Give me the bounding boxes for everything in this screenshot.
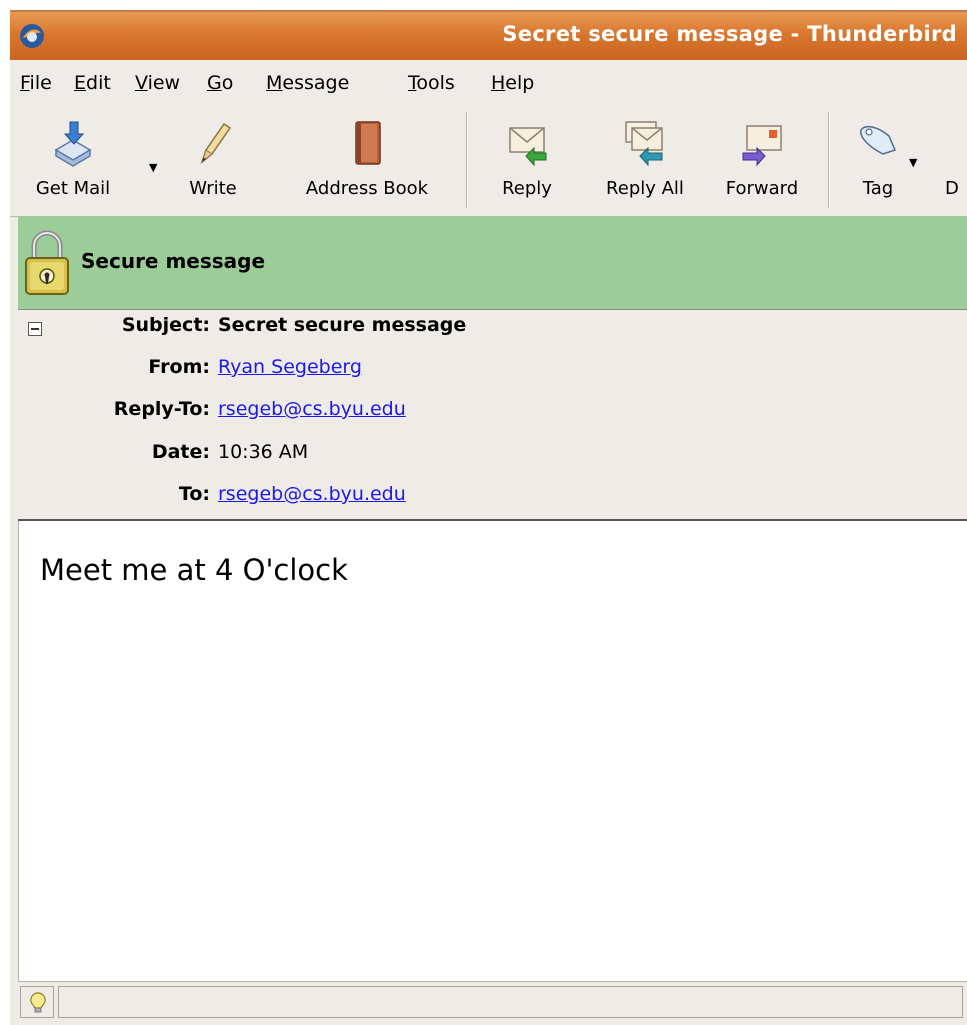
date-value: 10:36 AM <box>218 441 309 463</box>
reply-all-button[interactable]: Reply All <box>590 116 700 206</box>
forward-button[interactable]: Forward <box>710 116 814 206</box>
tag-button[interactable]: Tag <box>848 116 908 206</box>
status-bar <box>18 981 967 1025</box>
menu-message[interactable]: Message <box>266 72 349 94</box>
reply-button[interactable]: Reply <box>488 116 566 206</box>
subject-value: Secret secure message <box>218 314 467 336</box>
secure-message-label: Secure message <box>81 249 266 273</box>
date-row: Date: 10:36 AM <box>18 441 967 471</box>
from-label: From: <box>148 356 210 378</box>
toolbar-separator <box>828 112 830 208</box>
subject-row: Subject: Secret secure message <box>18 314 967 344</box>
subject-label: Subject: <box>121 314 210 336</box>
menu-tools[interactable]: Tools <box>408 72 455 94</box>
message-body-text: Meet me at 4 O'clock <box>40 553 348 587</box>
from-link[interactable]: Ryan Segeberg <box>218 356 362 378</box>
address-book-button[interactable]: Address Book <box>278 116 456 206</box>
delete-label: D <box>945 178 959 199</box>
thunderbird-window: Secret secure message - Thunderbird File… <box>10 10 967 1025</box>
tag-dropdown-icon[interactable]: ▼ <box>909 156 917 169</box>
reply-to-row: Reply-To: rsegeb@cs.byu.edu <box>18 398 967 428</box>
thunderbird-icon[interactable] <box>19 23 45 49</box>
to-label: To: <box>178 483 210 505</box>
write-button[interactable]: Write <box>176 116 250 206</box>
security-info-bar[interactable]: Secure message <box>18 216 967 310</box>
menu-file[interactable]: File <box>20 72 52 94</box>
status-text-panel <box>58 986 963 1018</box>
reply-icon <box>509 127 547 167</box>
toolbar-separator <box>466 112 468 208</box>
get-mail-button[interactable]: Get Mail <box>24 116 122 206</box>
reply-to-label: Reply-To: <box>113 398 210 420</box>
menu-go[interactable]: Go <box>207 72 233 94</box>
message-headers: Subject: Secret secure message From: Rya… <box>18 311 967 521</box>
get-mail-label: Get Mail <box>35 178 111 199</box>
from-row: From: Ryan Segeberg <box>18 356 967 386</box>
menu-edit[interactable]: Edit <box>74 72 111 94</box>
window-title: Secret secure message - Thunderbird <box>502 22 957 46</box>
menu-help[interactable]: Help <box>491 72 534 94</box>
forward-label: Forward <box>725 178 799 199</box>
date-label: Date: <box>151 441 210 463</box>
status-icon-cell <box>20 986 54 1018</box>
message-body[interactable]: Meet me at 4 O'clock <box>18 521 967 981</box>
tag-label: Tag <box>862 178 894 199</box>
get-mail-icon <box>54 121 92 167</box>
address-book-label: Address Book <box>305 178 429 199</box>
to-link[interactable]: rsegeb@cs.byu.edu <box>218 483 406 505</box>
menu-bar: File Edit View Go Message Tools Help <box>10 60 967 108</box>
address-book-icon <box>355 121 381 165</box>
reply-all-icon <box>625 121 663 167</box>
mail-toolbar: Get Mail ▼ Write Address Book Reply Repl… <box>10 108 967 217</box>
pencil-icon <box>200 122 232 165</box>
delete-button[interactable]: D <box>945 116 967 206</box>
lightbulb-icon <box>30 992 46 1013</box>
write-label: Write <box>189 178 237 199</box>
forward-icon <box>742 125 782 167</box>
reply-to-link[interactable]: rsegeb@cs.byu.edu <box>218 398 406 420</box>
get-mail-dropdown-icon[interactable]: ▼ <box>149 161 157 174</box>
menu-view[interactable]: View <box>135 72 180 94</box>
title-bar[interactable]: Secret secure message - Thunderbird <box>10 10 967 60</box>
reply-all-label: Reply All <box>606 178 684 199</box>
reply-label: Reply <box>502 178 552 199</box>
padlock-icon[interactable] <box>24 228 70 298</box>
tag-icon <box>860 125 897 155</box>
to-row: To: rsegeb@cs.byu.edu <box>18 483 967 513</box>
